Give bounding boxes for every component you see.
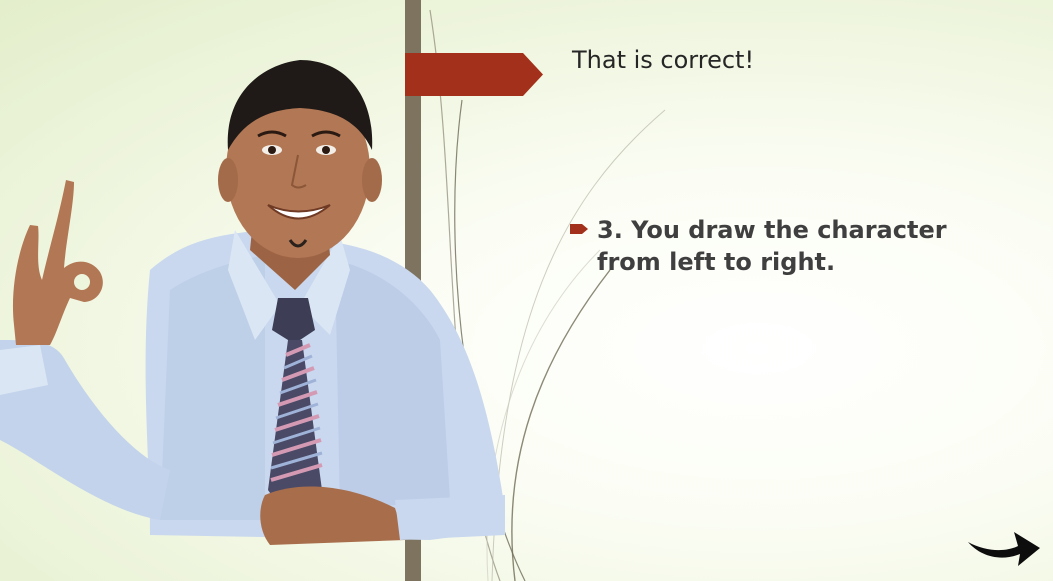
slide: That is correct! 3. You draw the charact… xyxy=(0,0,1053,581)
bullet-text: 3. You draw the character from left to r… xyxy=(597,216,947,276)
slide-title: That is correct! xyxy=(572,46,755,74)
next-slide-arrow-icon[interactable] xyxy=(966,522,1042,568)
right-arrow-bullet-icon xyxy=(570,224,588,234)
man-ok-gesture-photo xyxy=(0,60,506,545)
